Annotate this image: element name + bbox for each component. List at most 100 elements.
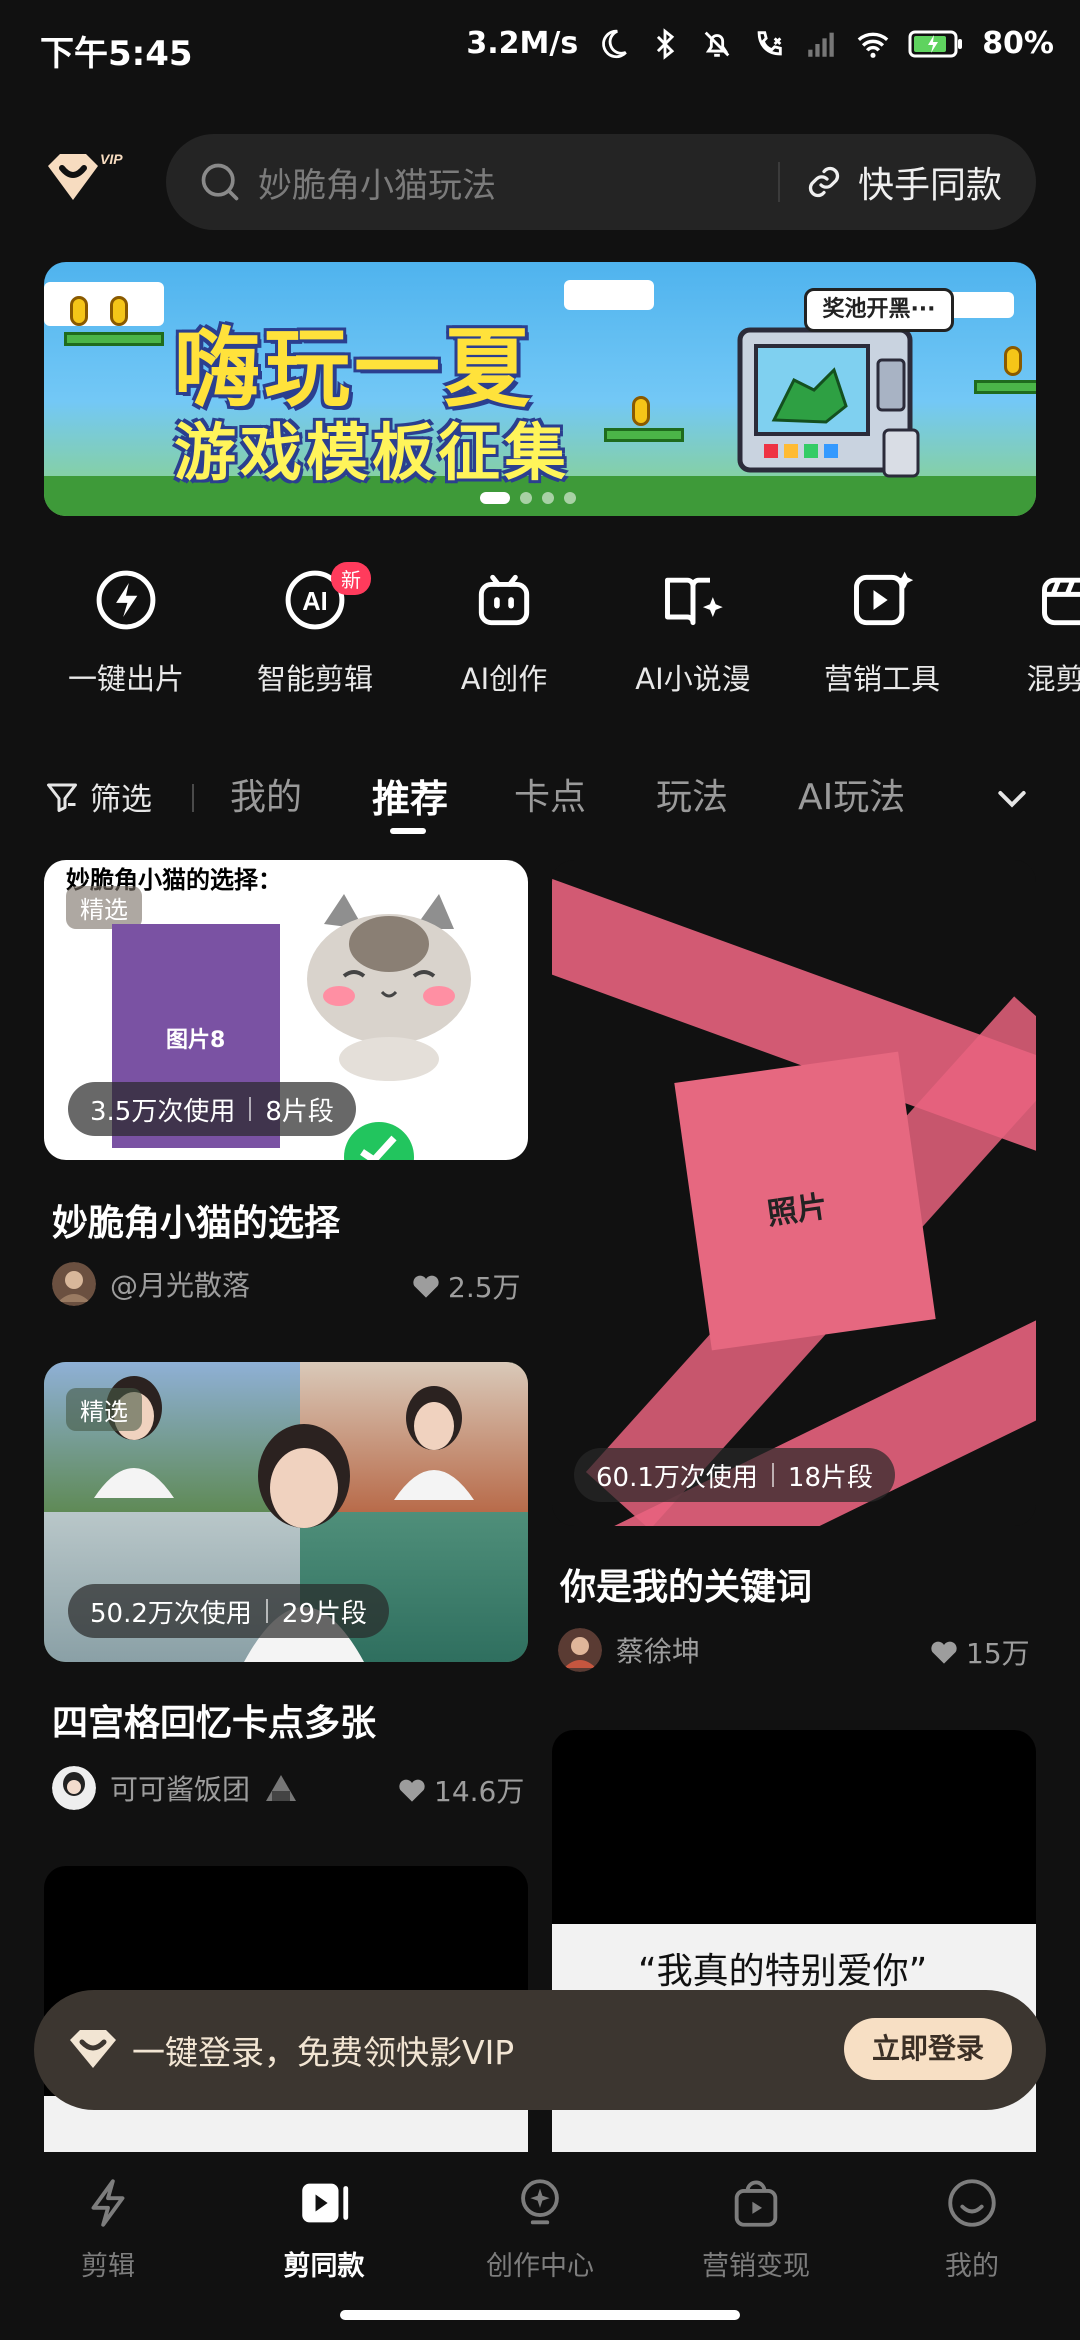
net-speed: 3.2M/s <box>466 26 579 61</box>
segment-count: 29片段 <box>281 1598 367 1629</box>
tool-smart-edit[interactable]: AI 新 智能剪辑 <box>225 562 405 698</box>
cloud-decoration <box>564 280 654 310</box>
kuaishou-same-button[interactable]: 快手同款 <box>858 156 1002 208</box>
usage-count: 50.2万次使用 <box>90 1598 252 1629</box>
avatar <box>52 1766 96 1810</box>
heart-icon <box>413 1275 439 1298</box>
cloud-decoration <box>944 292 1014 318</box>
nav-marketing[interactable]: 营销变现 <box>676 2174 836 2283</box>
usage-pill: 3.5万次使用 8片段 <box>68 1082 356 1136</box>
status-bar: 下午5:45 3.2M/s 80% <box>0 0 1080 100</box>
link-icon[interactable] <box>806 164 842 200</box>
nav-label: 我的 <box>945 2251 999 2282</box>
home-indicator[interactable] <box>340 2310 740 2320</box>
card-title[interactable]: 四宫格回忆卡点多张 <box>52 1694 376 1746</box>
likes-value: 15万 <box>966 1637 1030 1670</box>
check-icon <box>344 1122 414 1160</box>
smile-icon <box>948 2179 996 2227</box>
promo-banner[interactable]: 嗨玩一夏 游戏模板征集 奖池开黑··· <box>44 262 1036 516</box>
signal-icon <box>808 32 834 57</box>
bluetooth-icon <box>657 27 675 60</box>
moon-icon <box>602 29 627 58</box>
tool-one-click[interactable]: 一键出片 <box>36 566 216 698</box>
likes-value: 14.6万 <box>434 1775 525 1808</box>
avatar <box>558 1628 602 1672</box>
heart-icon <box>399 1779 425 1802</box>
platform-decoration <box>64 332 164 346</box>
author-name: @月光散落 <box>110 1269 251 1302</box>
login-button[interactable]: 立即登录 <box>844 2018 1012 2080</box>
active-tab-indicator <box>390 828 426 834</box>
platform-decoration <box>974 380 1036 394</box>
segment-count: 8片段 <box>265 1096 334 1127</box>
tool-ai-novel-comic[interactable]: AI小说漫 <box>603 566 783 698</box>
robot-icon <box>478 574 530 626</box>
card-author[interactable]: 可可酱饭团 <box>52 1766 298 1810</box>
book-sparkle-icon <box>665 577 723 626</box>
nav-label: 创作中心 <box>486 2251 594 2282</box>
nav-label: 剪辑 <box>81 2251 135 2282</box>
nav-edit[interactable]: 剪辑 <box>28 2174 188 2283</box>
card-title[interactable]: 你是我的关键词 <box>560 1558 812 1610</box>
card-quote: “我真的特别爱你” <box>638 1951 928 1992</box>
search-icon <box>201 163 239 201</box>
tool-marketing[interactable]: 营销工具 <box>792 566 972 698</box>
like-count[interactable]: 15万 <box>930 1632 1030 1672</box>
placeholder-label: 图片8 <box>166 1028 226 1053</box>
portrait-person <box>394 1386 474 1500</box>
carousel-dot[interactable] <box>564 492 576 504</box>
category-divider <box>192 784 194 812</box>
like-count[interactable]: 2.5万 <box>412 1266 521 1306</box>
pill-divider <box>265 1599 268 1623</box>
carousel-dot[interactable] <box>542 492 554 504</box>
tab-beat-sync[interactable]: 卡点 <box>514 768 586 820</box>
filter-label: 筛选 <box>90 782 152 818</box>
filter-button[interactable]: 筛选 <box>44 774 152 819</box>
diamond-heart-icon <box>70 2030 116 2068</box>
tab-ai-gameplay[interactable]: AI玩法 <box>798 768 905 820</box>
tool-ai-create[interactable]: AI创作 <box>414 566 594 698</box>
tab-gameplay[interactable]: 玩法 <box>656 768 728 820</box>
bulb-icon <box>521 2179 559 2225</box>
nav-same-template[interactable]: 剪同款 <box>244 2174 404 2283</box>
banner-subtitle: 游戏模板征集 <box>174 416 571 489</box>
carousel-dot[interactable] <box>520 492 532 504</box>
card-author[interactable]: @月光散落 <box>52 1262 250 1306</box>
vip-logo[interactable]: VIP <box>44 148 126 212</box>
search-input[interactable]: 妙脆角小猫玩法 <box>258 158 496 207</box>
like-count[interactable]: 14.6万 <box>398 1770 524 1810</box>
tool-label: 智能剪辑 <box>256 662 373 696</box>
search-bar[interactable]: 妙脆角小猫玩法 快手同款 <box>166 134 1036 230</box>
usage-count: 60.1万次使用 <box>596 1462 758 1493</box>
login-banner[interactable]: 一键登录，免费领快影VIP 立即登录 <box>34 1990 1046 2110</box>
coin-decoration <box>632 396 650 426</box>
template-card[interactable]: 妙脆角小猫的选择： 精选 图片8 3.5万次使用 8片段 <box>44 860 528 1160</box>
template-card[interactable]: 精选 50.2万次使用 29片段 <box>44 1362 528 1662</box>
nav-creator-center[interactable]: 创作中心 <box>460 2174 620 2283</box>
lightning-icon <box>96 570 156 630</box>
coin-decoration <box>1004 346 1022 376</box>
clapper-icon <box>1042 577 1080 626</box>
nav-profile[interactable]: 我的 <box>892 2174 1052 2283</box>
carousel-dot[interactable] <box>480 492 510 504</box>
template-card[interactable]: 照片 60.1万次使用 18片段 <box>552 860 1036 1526</box>
retro-tv-dragon-illustration <box>737 327 920 478</box>
play-square-icon <box>302 2183 349 2223</box>
photo-label: 照片 <box>765 1189 830 1233</box>
tab-recommended[interactable]: 推荐 <box>372 768 448 823</box>
tool-label: 一键出片 <box>67 662 184 696</box>
likes-value: 2.5万 <box>448 1271 521 1304</box>
tool-mix-cut[interactable]: 混剪视 <box>980 566 1080 698</box>
nav-label: 剪同款 <box>283 2251 365 2282</box>
vip-text: VIP <box>100 151 123 167</box>
pill-divider <box>249 1097 252 1121</box>
coin-decoration <box>70 296 88 326</box>
chevron-down-icon[interactable] <box>992 778 1032 818</box>
usage-pill: 60.1万次使用 18片段 <box>574 1448 895 1502</box>
card-title[interactable]: 妙脆角小猫的选择 <box>52 1194 340 1246</box>
new-badge: 新 <box>331 562 371 595</box>
carousel-indicator[interactable] <box>480 492 576 504</box>
card-author[interactable]: 蔡徐坤 <box>558 1628 700 1672</box>
featured-tag: 精选 <box>66 1388 142 1431</box>
tab-mine[interactable]: 我的 <box>230 768 302 820</box>
